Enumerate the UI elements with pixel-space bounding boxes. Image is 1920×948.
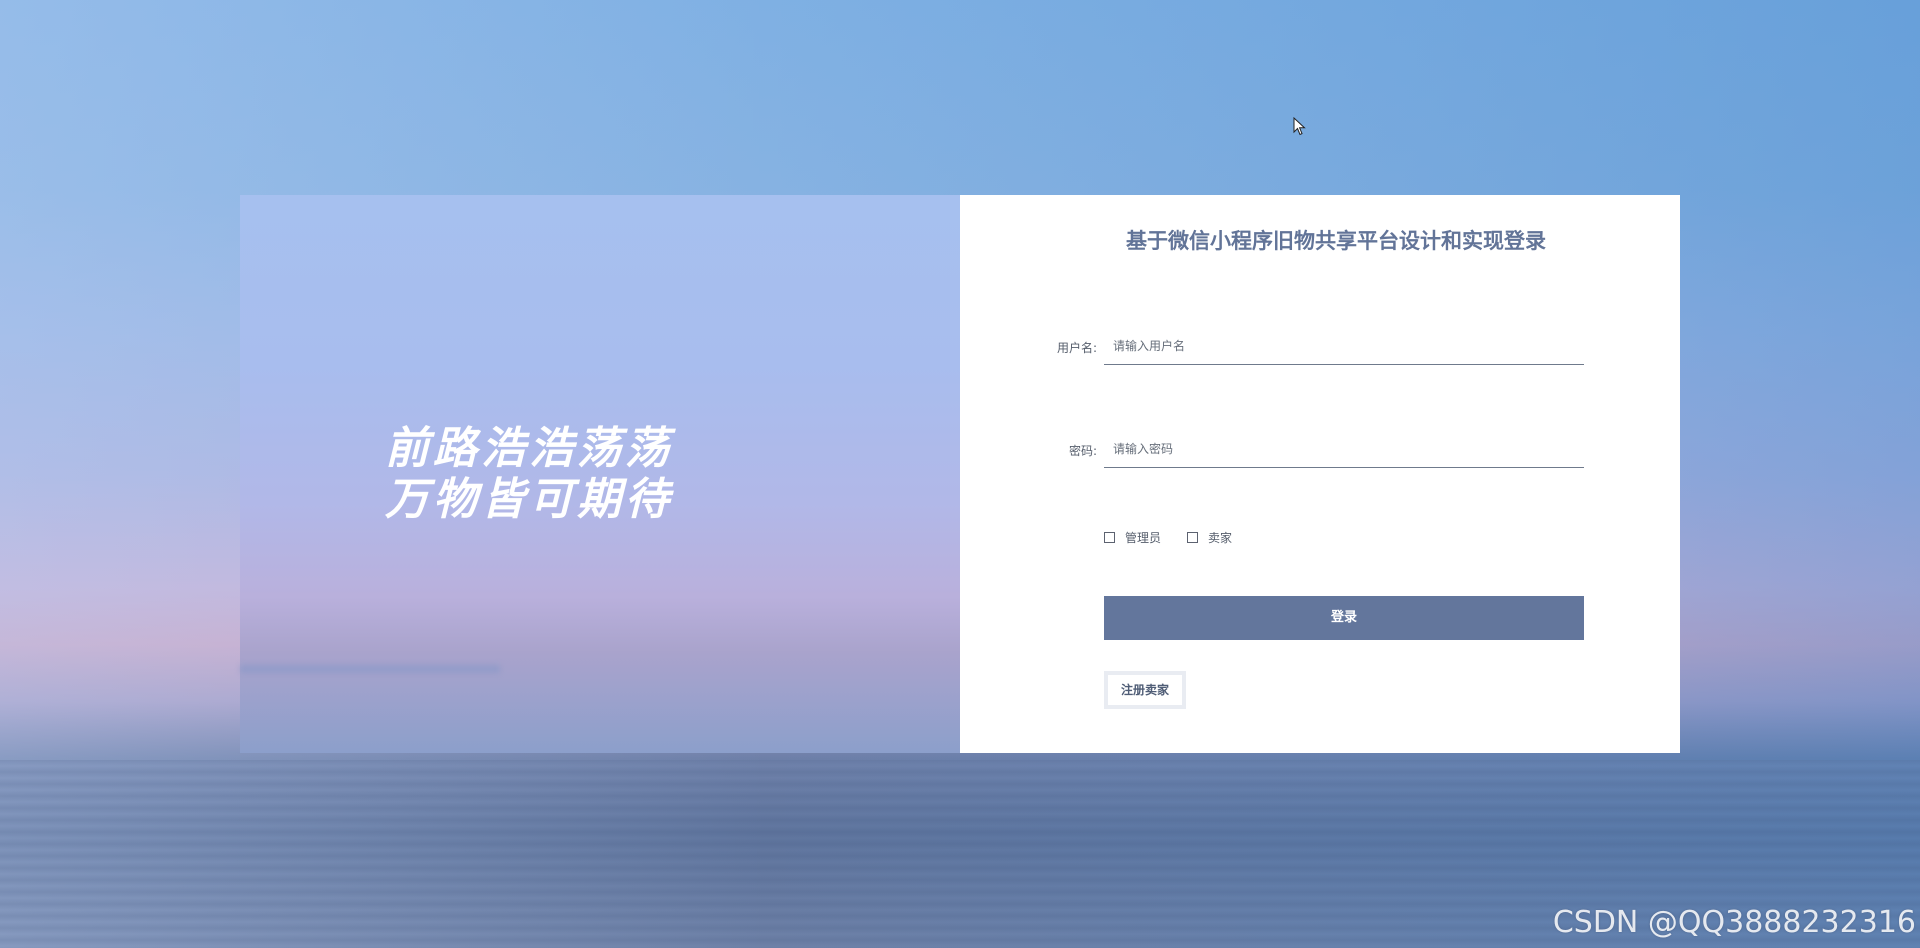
username-label: 用户名:: [1056, 341, 1097, 355]
watermark: CSDN @QQ3888232316: [1552, 905, 1916, 940]
login-form: 基于微信小程序旧物共享平台设计和实现登录 用户名: 密码: 管理员 卖家 登录 …: [960, 195, 1680, 753]
role-selector: 管理员 卖家: [1104, 529, 1258, 546]
seller-checkbox[interactable]: [1187, 532, 1199, 543]
admin-checkbox[interactable]: [1104, 532, 1115, 543]
password-label: 密码:: [1068, 444, 1097, 458]
seller-checkbox-label[interactable]: 卖家: [1208, 529, 1232, 546]
mouse-cursor-icon: [1293, 117, 1306, 136]
login-card: 前路浩浩荡荡 万物皆可期待 基于微信小程序旧物共享平台设计和实现登录 用户名: …: [240, 195, 1680, 753]
hero-panel: 前路浩浩荡荡 万物皆可期待: [240, 195, 960, 753]
hero-slogan-line2: 万物皆可期待: [385, 474, 673, 525]
role-option-admin[interactable]: 管理员: [1104, 529, 1161, 546]
username-input[interactable]: [1104, 327, 1584, 365]
admin-checkbox-label[interactable]: 管理员: [1125, 529, 1161, 546]
username-row: 用户名:: [960, 327, 1680, 367]
hero-slogan-line1: 前路浩浩荡荡: [385, 423, 673, 474]
login-button[interactable]: 登录: [1104, 596, 1584, 640]
form-title: 基于微信小程序旧物共享平台设计和实现登录: [1126, 229, 1546, 253]
register-seller-button[interactable]: 注册卖家: [1104, 671, 1186, 709]
hero-slogan: 前路浩浩荡荡 万物皆可期待: [385, 423, 673, 525]
role-option-seller[interactable]: 卖家: [1187, 529, 1232, 546]
password-input[interactable]: [1104, 430, 1584, 468]
password-row: 密码:: [960, 430, 1680, 470]
